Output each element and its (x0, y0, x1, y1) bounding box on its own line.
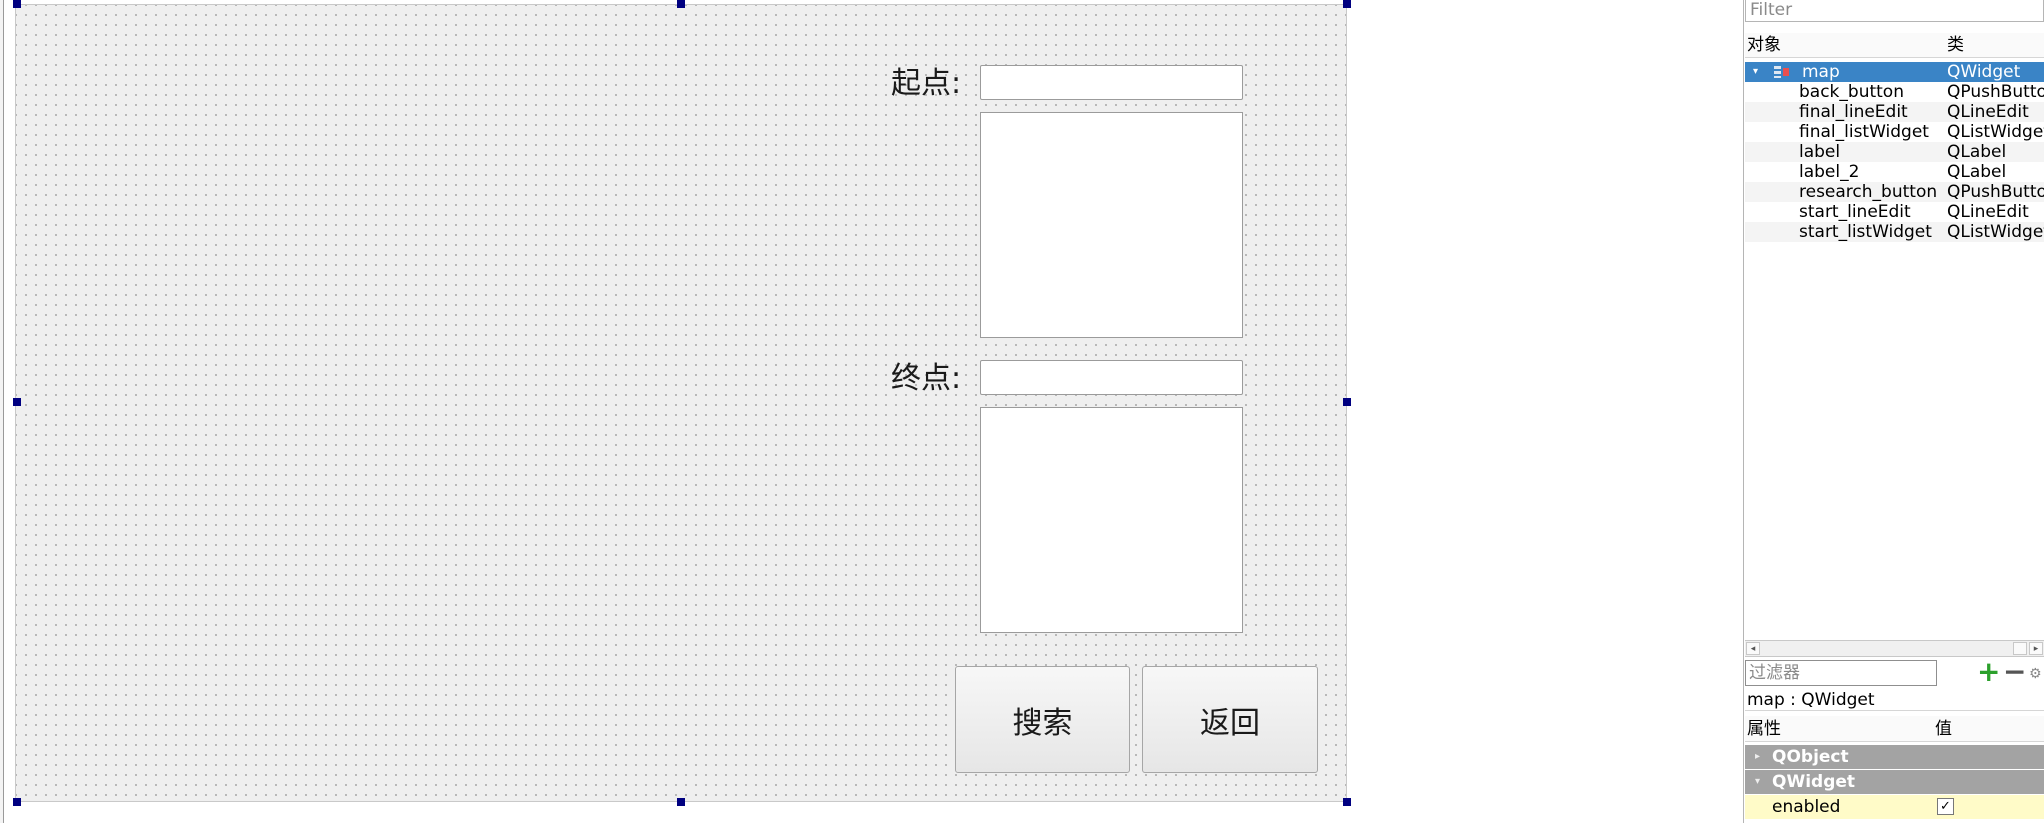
scroll-left-icon[interactable]: ◂ (1746, 642, 1760, 655)
object-class: QLineEdit (1947, 202, 2029, 222)
resize-handle-bottom[interactable] (677, 798, 685, 806)
resize-handle-right[interactable] (1343, 398, 1351, 406)
property-filter-input[interactable]: 过滤器 (1745, 660, 1937, 686)
start-label: 起点: (891, 66, 962, 101)
tree-row-research-button[interactable]: research_button QPushButton (1745, 182, 2044, 202)
property-row-enabled[interactable]: enabled ✓ (1745, 795, 2044, 819)
tree-row-label[interactable]: label QLabel (1745, 142, 2044, 162)
scroll-right-icon[interactable]: ▸ (2029, 642, 2043, 655)
object-class: QWidget (1947, 62, 2021, 82)
class-column-header[interactable]: 类 (1947, 33, 1964, 58)
scroll-handle[interactable] (2013, 642, 2027, 655)
property-object-line: map : QWidget (1745, 689, 2044, 711)
widget-layout-icon (1774, 66, 1789, 78)
object-name: final_lineEdit (1799, 102, 1908, 122)
object-class: QLabel (1947, 162, 2007, 182)
resize-handle-top-right[interactable] (1343, 0, 1351, 8)
object-class: QLabel (1947, 142, 2007, 162)
object-class: QListWidget (1947, 222, 2044, 242)
group-label: QWidget (1772, 772, 1856, 792)
start-line-edit[interactable] (980, 65, 1243, 100)
property-name: enabled (1772, 797, 1841, 817)
group-row-qwidget[interactable]: ▾ QWidget (1745, 770, 2044, 794)
resize-handle-top-left[interactable] (13, 0, 21, 8)
designer-left-edge (0, 0, 4, 823)
object-name: map (1802, 62, 1840, 82)
resize-handle-left[interactable] (13, 398, 21, 406)
object-name: start_listWidget (1799, 222, 1932, 242)
final-list-widget[interactable] (980, 407, 1243, 633)
object-class: QLineEdit (1947, 102, 2029, 122)
back-button[interactable]: 返回 (1142, 666, 1318, 773)
start-list-widget[interactable] (980, 112, 1243, 338)
group-label: QObject (1772, 747, 1849, 767)
object-inspector-header: 对象 类 (1745, 33, 2044, 58)
expand-arrow-icon[interactable]: ▸ (1755, 745, 1760, 769)
object-name: back_button (1799, 82, 1904, 102)
tree-row-final-listwidget[interactable]: final_listWidget QListWidget (1745, 122, 2044, 142)
object-column-header[interactable]: 对象 (1747, 33, 1781, 58)
research-button[interactable]: 搜索 (955, 666, 1130, 773)
object-name: final_listWidget (1799, 122, 1929, 142)
object-class: QListWidget (1947, 122, 2044, 142)
collapse-arrow-icon[interactable]: ▾ (1755, 770, 1760, 794)
collapse-arrow-icon[interactable]: ▾ (1753, 62, 1758, 82)
final-line-edit[interactable] (980, 360, 1243, 395)
tree-row-map[interactable]: ▾ map QWidget (1745, 62, 2044, 82)
object-name: label (1799, 142, 1841, 162)
property-column-header[interactable]: 属性 (1747, 716, 1781, 742)
add-property-icon[interactable]: + (1977, 658, 2000, 686)
tree-row-start-lineedit[interactable]: start_lineEdit QLineEdit (1745, 202, 2044, 222)
object-class: QPushButton (1947, 182, 2044, 202)
object-name: label_2 (1799, 162, 1860, 182)
tree-row-final-lineedit[interactable]: final_lineEdit QLineEdit (1745, 102, 2044, 122)
object-filter-input[interactable]: Filter (1745, 0, 2044, 22)
property-editor-header: 属性 值 (1745, 716, 2044, 742)
object-class: QPushButton (1947, 82, 2044, 102)
resize-handle-bottom-left[interactable] (13, 798, 21, 806)
group-row-qobject[interactable]: ▸ QObject (1745, 745, 2044, 769)
resize-handle-top[interactable] (677, 0, 685, 8)
value-column-header[interactable]: 值 (1935, 716, 1952, 742)
resize-handle-bottom-right[interactable] (1343, 798, 1351, 806)
tree-row-label-2[interactable]: label_2 QLabel (1745, 162, 2044, 182)
object-name: research_button (1799, 182, 1938, 202)
remove-property-icon[interactable]: − (2003, 658, 2026, 686)
enabled-checkbox[interactable]: ✓ (1937, 798, 1954, 815)
final-label: 终点: (891, 361, 962, 396)
configure-icon[interactable]: ⚙ (2029, 666, 2044, 684)
tree-row-back-button[interactable]: back_button QPushButton (1745, 82, 2044, 102)
tree-row-start-listwidget[interactable]: start_listWidget QListWidget (1745, 222, 2044, 242)
object-name: start_lineEdit (1799, 202, 1911, 222)
